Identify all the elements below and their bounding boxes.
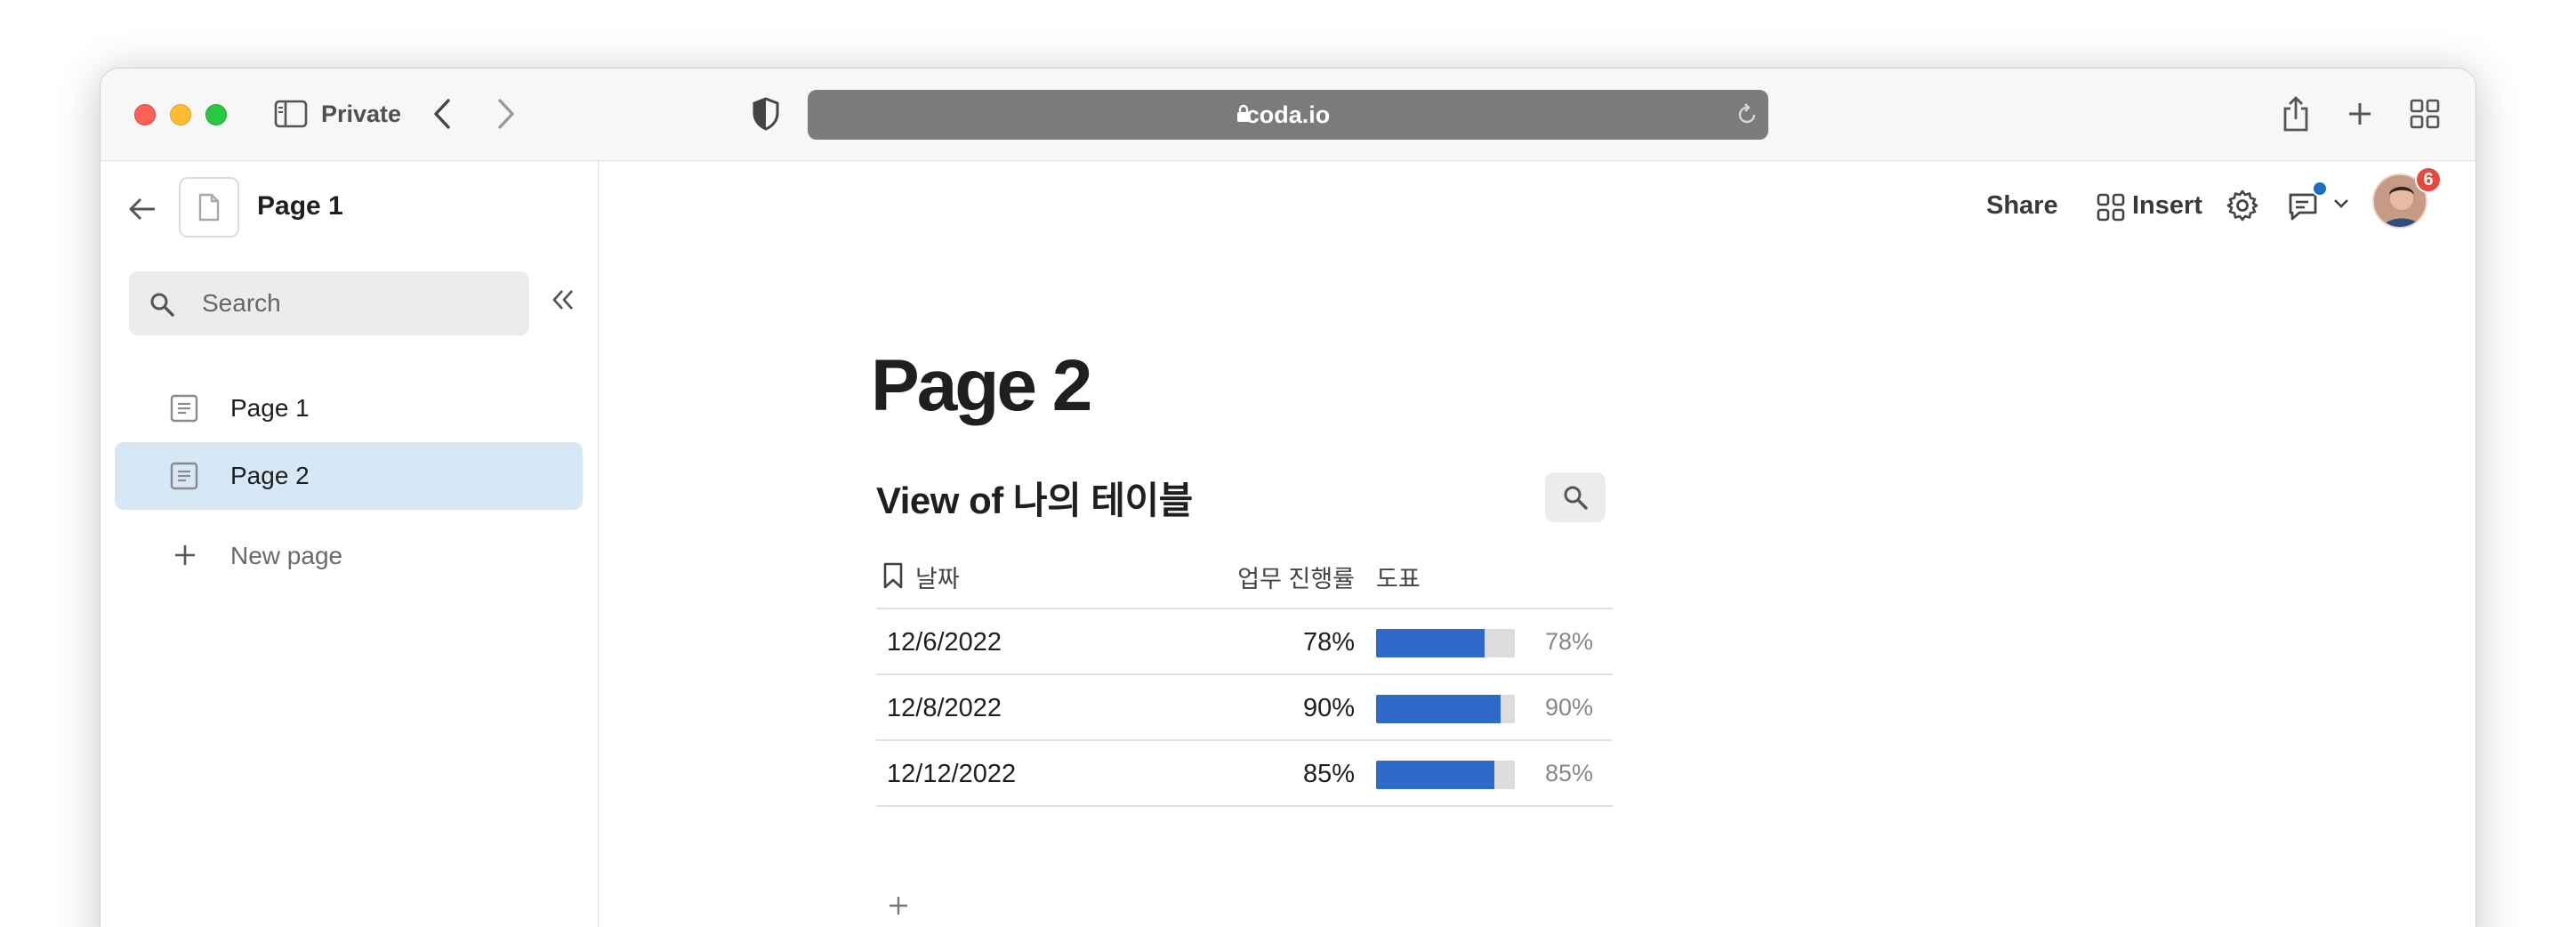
doc-sidebar: Page 1 Page 1 Page 2 New page <box>101 161 599 927</box>
back-icon[interactable] <box>426 95 456 133</box>
table-header: 날짜 업무 진행률 도표 <box>876 542 1613 609</box>
shield-icon[interactable] <box>748 93 784 134</box>
table-row[interactable]: 12/12/2022 85% 85% <box>876 741 1613 807</box>
cell-progress[interactable]: 85% <box>1303 760 1355 789</box>
plus-icon <box>175 545 195 565</box>
column-header-date[interactable]: 날짜 <box>915 560 960 594</box>
new-page-button[interactable]: New page <box>115 522 583 590</box>
search-icon <box>150 293 174 317</box>
lock-icon <box>1237 104 1250 122</box>
data-table: 날짜 업무 진행률 도표 12/6/2022 78% 78% 12/8/2022… <box>876 542 1613 915</box>
progress-bar-fill <box>1376 629 1485 657</box>
gear-icon[interactable] <box>2225 188 2260 223</box>
page-title[interactable]: Page 2 <box>871 344 1092 428</box>
progress-bar <box>1376 695 1515 723</box>
main-content: Share Insert 6 Page 2 View of 나의 테이블 날짜 … <box>599 161 2475 927</box>
notification-badge: 6 <box>2415 166 2442 193</box>
cell-date[interactable]: 12/8/2022 <box>887 694 1002 723</box>
progress-bar-label: 78% <box>1545 628 1594 655</box>
private-mode-label: Private <box>321 101 402 127</box>
progress-bar <box>1376 761 1515 789</box>
search-input[interactable] <box>202 287 504 319</box>
page-icon <box>170 462 198 490</box>
cell-date[interactable]: 12/6/2022 <box>887 628 1002 657</box>
close-window-icon[interactable] <box>134 104 156 125</box>
tab-overview-icon[interactable] <box>2406 95 2443 133</box>
share-icon[interactable] <box>2278 92 2314 136</box>
document-icon[interactable] <box>179 177 239 238</box>
cell-progress[interactable]: 90% <box>1303 694 1355 723</box>
sidebar-item-label: Page 1 <box>230 394 310 422</box>
table-row[interactable]: 12/8/2022 90% 90% <box>876 675 1613 741</box>
new-page-label: New page <box>230 542 343 569</box>
chevron-down-icon[interactable] <box>2333 198 2349 209</box>
table-row[interactable]: 12/6/2022 78% 78% <box>876 609 1613 675</box>
table-title[interactable]: View of 나의 테이블 <box>876 471 1193 525</box>
arrow-left-icon[interactable] <box>122 191 163 227</box>
add-row-button[interactable] <box>885 892 912 919</box>
fullscreen-icon[interactable] <box>205 104 227 125</box>
sidebar-item-page-1[interactable]: Page 1 <box>115 375 583 442</box>
minimize-icon[interactable] <box>170 104 191 125</box>
column-header-chart[interactable]: 도표 <box>1376 560 1421 594</box>
table-search-button[interactable] <box>1545 472 1606 522</box>
page-icon <box>170 394 198 423</box>
doc-title[interactable]: Page 1 <box>257 191 343 222</box>
sidebar-search[interactable] <box>129 271 529 335</box>
progress-bar-label: 85% <box>1545 760 1594 786</box>
bookmark-icon <box>883 562 903 589</box>
cell-progress[interactable]: 78% <box>1303 628 1355 657</box>
new-tab-icon[interactable] <box>2342 95 2378 133</box>
progress-bar-fill <box>1376 695 1501 723</box>
sidebar-item-page-2[interactable]: Page 2 <box>115 442 583 510</box>
notification-dot <box>2312 181 2328 197</box>
insert-button[interactable]: Insert <box>2132 191 2202 221</box>
insert-icon[interactable] <box>2097 193 2125 222</box>
url-text: coda.io <box>1245 101 1331 128</box>
collapse-icon[interactable] <box>545 282 581 318</box>
cell-date[interactable]: 12/12/2022 <box>887 760 1016 789</box>
browser-window: Private coda.io Page 1 Search Page 1 Pag… <box>100 68 2476 927</box>
forward-icon[interactable] <box>492 95 522 133</box>
browser-toolbar: Private coda.io <box>101 69 2475 161</box>
search-icon <box>1564 486 1588 510</box>
share-button[interactable]: Share <box>1986 191 2058 221</box>
column-header-progress[interactable]: 업무 진행률 <box>1237 560 1355 594</box>
progress-bar-label: 90% <box>1545 694 1594 721</box>
sidebar-item-label: Page 2 <box>230 462 310 489</box>
address-bar[interactable]: coda.io <box>808 90 1768 140</box>
progress-bar <box>1376 629 1515 657</box>
sidebar-toggle-icon[interactable] <box>273 99 309 129</box>
reload-icon[interactable] <box>1735 102 1759 127</box>
progress-bar-fill <box>1376 761 1494 789</box>
